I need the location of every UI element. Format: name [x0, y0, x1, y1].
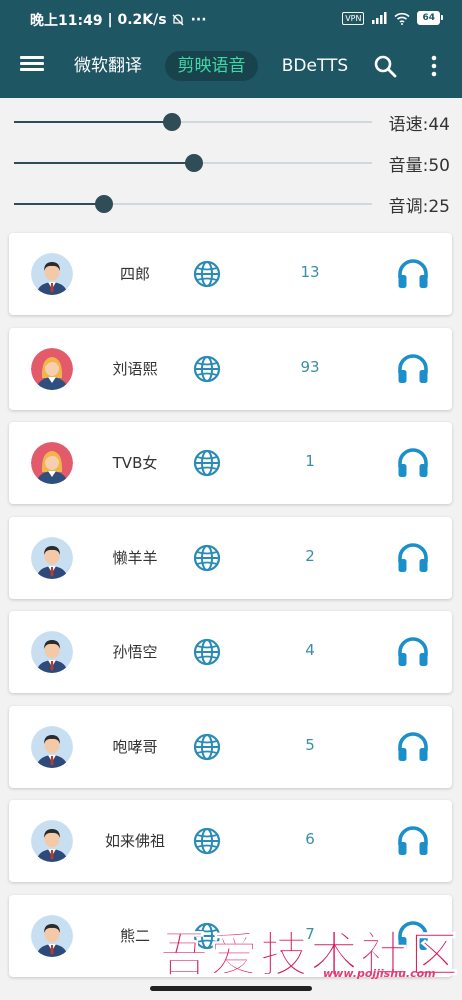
- voice-card[interactable]: TVB女 1: [9, 422, 452, 504]
- slider-thumb[interactable]: [185, 154, 203, 172]
- voice-name: 四郎: [119, 265, 150, 283]
- avatar: [31, 253, 73, 295]
- status-left: 晚上11:49 | 0.2K/s ···: [30, 10, 207, 30]
- speed-slider-row: 语速:44: [0, 108, 462, 136]
- voice-number: 13: [300, 263, 320, 281]
- headphones-icon[interactable]: [395, 729, 431, 765]
- volume-slider-row: 音量:50: [0, 149, 462, 177]
- globe-icon[interactable]: [192, 448, 222, 478]
- gesture-bar[interactable]: [150, 986, 312, 991]
- globe-icon[interactable]: [192, 259, 222, 289]
- male-avatar-icon: [31, 537, 73, 579]
- voice-card[interactable]: 如来佛祖 6: [9, 800, 452, 882]
- menu-line: [20, 62, 44, 65]
- globe-icon[interactable]: [192, 732, 222, 762]
- globe-icon[interactable]: [192, 354, 222, 384]
- avatar: [31, 348, 73, 390]
- tab-jianying-voice[interactable]: 剪映语音: [165, 51, 258, 81]
- menu-button[interactable]: [20, 53, 46, 77]
- voice-name: 如来佛祖: [104, 832, 165, 850]
- voice-name: 咆哮哥: [112, 738, 158, 756]
- voice-name: 刘语熙: [112, 360, 158, 378]
- voice-name: 孙悟空: [112, 643, 158, 661]
- menu-line: [20, 56, 44, 59]
- globe-icon[interactable]: [192, 921, 222, 951]
- voice-card[interactable]: 懒羊羊 2: [9, 517, 452, 599]
- status-separator: |: [102, 12, 118, 28]
- globe-icon[interactable]: [192, 826, 222, 856]
- voice-number: 6: [305, 830, 315, 848]
- wifi-icon: [394, 12, 411, 25]
- voice-name: TVB女: [112, 454, 158, 472]
- voice-number: 93: [300, 358, 320, 376]
- speed-slider[interactable]: [14, 113, 372, 131]
- voice-name: 熊二: [119, 927, 150, 945]
- female-avatar-icon: [31, 348, 73, 390]
- app-screen: 晚上11:49 | 0.2K/s ··· VPN 64 微软翻译 剪映语音 BD…: [0, 0, 462, 1000]
- speed-label: 语速:44: [388, 115, 450, 135]
- pitch-label: 音调:25: [388, 197, 450, 217]
- voice-number: 7: [305, 925, 315, 943]
- pitch-slider-row: 音调:25: [0, 190, 462, 218]
- tab-microsoft-translate[interactable]: 微软翻译: [72, 51, 144, 81]
- signal-icon: [372, 12, 387, 24]
- status-bar: 晚上11:49 | 0.2K/s ··· VPN 64: [0, 0, 462, 38]
- avatar: [31, 820, 73, 862]
- headphones-icon[interactable]: [395, 256, 431, 292]
- avatar: [31, 726, 73, 768]
- male-avatar-icon: [31, 631, 73, 673]
- avatar: [31, 631, 73, 673]
- voice-card[interactable]: 熊二 7: [9, 895, 452, 977]
- search-icon[interactable]: [373, 54, 397, 78]
- headphones-icon[interactable]: [395, 823, 431, 859]
- globe-icon[interactable]: [192, 543, 222, 573]
- globe-icon[interactable]: [192, 637, 222, 667]
- voice-name: 懒羊羊: [112, 549, 158, 567]
- male-avatar-icon: [31, 253, 73, 295]
- more-options-icon[interactable]: [426, 54, 442, 78]
- voice-number: 2: [305, 547, 315, 565]
- slider-fill: [14, 121, 172, 123]
- slider-fill: [14, 203, 104, 205]
- avatar: [31, 442, 73, 484]
- headphones-icon[interactable]: [395, 351, 431, 387]
- menu-line: [20, 68, 44, 71]
- top-bar: 晚上11:49 | 0.2K/s ··· VPN 64 微软翻译 剪映语音 BD…: [0, 0, 462, 98]
- voice-number: 1: [305, 452, 315, 470]
- slider-thumb[interactable]: [163, 113, 181, 131]
- slider-fill: [14, 162, 194, 164]
- battery-indicator: 64: [417, 11, 443, 25]
- male-avatar-icon: [31, 820, 73, 862]
- avatar: [31, 915, 73, 957]
- headphones-icon[interactable]: [395, 634, 431, 670]
- status-dots: ···: [190, 12, 207, 28]
- slider-thumb[interactable]: [95, 195, 113, 213]
- voice-number: 5: [305, 736, 315, 754]
- voice-card[interactable]: 四郎 13: [9, 233, 452, 315]
- status-right: VPN 64: [342, 11, 443, 25]
- app-bar: 微软翻译 剪映语音 BDeTTS: [0, 38, 462, 98]
- headphones-icon[interactable]: [395, 445, 431, 481]
- female-avatar-icon: [31, 442, 73, 484]
- network-speed: 0.2K/s: [117, 12, 167, 28]
- headphones-icon[interactable]: [395, 918, 431, 954]
- tab-bdetts[interactable]: BDeTTS: [280, 51, 350, 81]
- voice-card[interactable]: 刘语熙 93: [9, 328, 452, 410]
- voice-card[interactable]: 咆哮哥 5: [9, 706, 452, 788]
- vpn-badge: VPN: [342, 11, 365, 25]
- male-avatar-icon: [31, 915, 73, 957]
- headphones-icon[interactable]: [395, 540, 431, 576]
- volume-slider[interactable]: [14, 154, 372, 172]
- pitch-slider[interactable]: [14, 195, 372, 213]
- status-time: 晚上11:49: [30, 13, 103, 29]
- voice-card[interactable]: 孙悟空 4: [9, 611, 452, 693]
- voice-number: 4: [305, 641, 315, 659]
- male-avatar-icon: [31, 726, 73, 768]
- avatar: [31, 537, 73, 579]
- bell-muted-icon: [172, 14, 184, 26]
- volume-label: 音量:50: [388, 156, 450, 176]
